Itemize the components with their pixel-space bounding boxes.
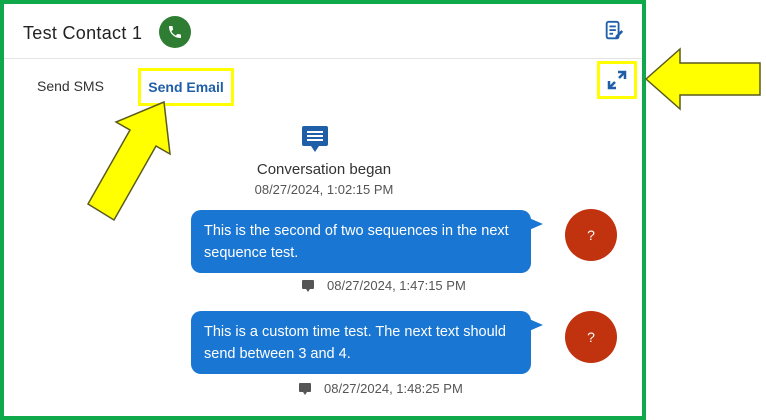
- conversation-start-time: 08/27/2024, 1:02:15 PM: [254, 182, 394, 197]
- expand-icon: [607, 70, 627, 90]
- call-button[interactable]: [159, 16, 191, 48]
- message-meta: 08/27/2024, 1:48:25 PM: [298, 381, 463, 396]
- chat-icon: [299, 382, 311, 395]
- note-edit-icon: [605, 20, 624, 40]
- contact-name: Test Contact 1: [23, 23, 143, 43]
- annotation-arrow-right: [644, 47, 761, 111]
- avatar[interactable]: ?: [565, 209, 617, 261]
- tab-send-sms[interactable]: Send SMS: [37, 78, 104, 94]
- expand-button[interactable]: [597, 61, 637, 99]
- chat-icon: [302, 279, 314, 292]
- message-bubble: This is the second of two sequences in t…: [191, 210, 543, 273]
- message-time: 08/27/2024, 1:47:15 PM: [327, 278, 466, 293]
- message-meta: 08/27/2024, 1:47:15 PM: [301, 278, 466, 293]
- phone-icon: [169, 26, 181, 38]
- chat-icon: [302, 126, 328, 152]
- conversation-start-label: Conversation began: [256, 161, 392, 178]
- annotation-arrow-diagonal: [86, 100, 171, 222]
- notes-button[interactable]: [603, 20, 625, 42]
- message-time: 08/27/2024, 1:48:25 PM: [324, 381, 463, 396]
- panel-header: Test Contact 1: [4, 4, 642, 59]
- message-bubble: This is a custom time test. The next tex…: [191, 311, 543, 374]
- avatar[interactable]: ?: [565, 311, 617, 363]
